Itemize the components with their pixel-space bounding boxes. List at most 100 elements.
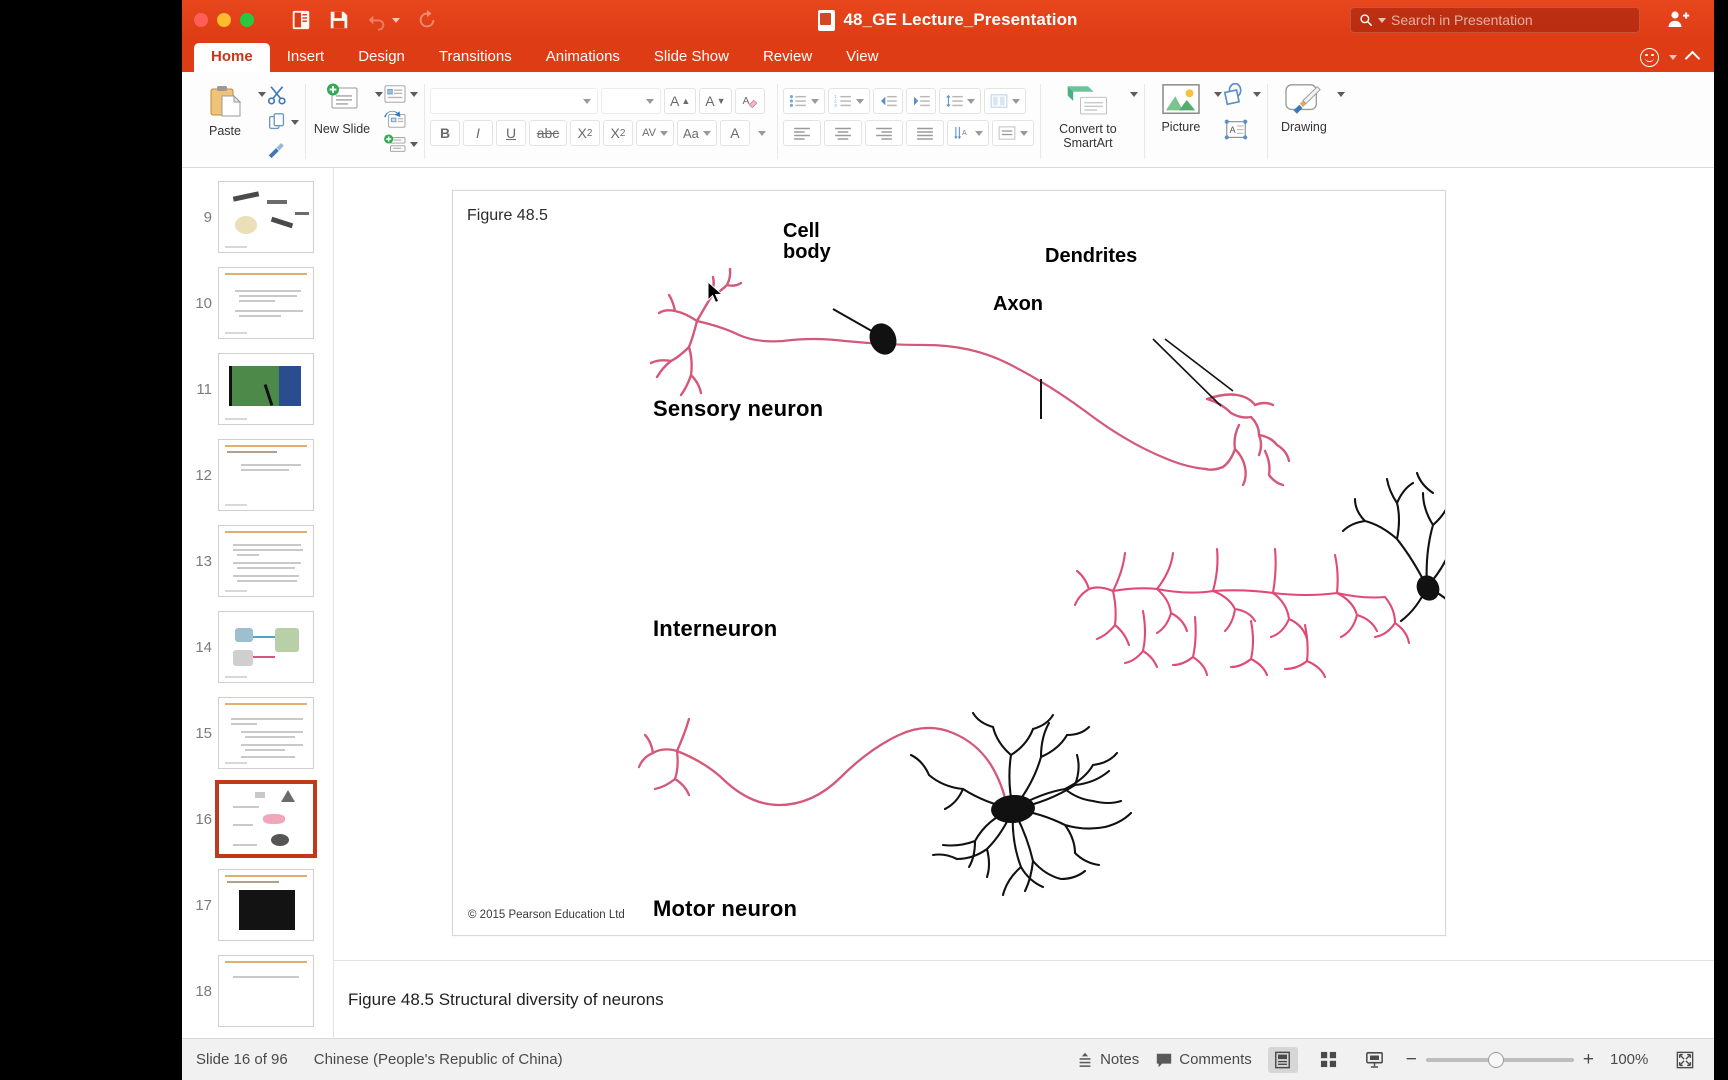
grow-font-button[interactable]: A ▲	[664, 88, 697, 114]
columns-chevron-down-icon[interactable]	[1011, 98, 1020, 104]
shapes-button[interactable]	[1222, 82, 1261, 106]
tab-home[interactable]: Home	[194, 43, 270, 72]
font-name-chevron-down-icon[interactable]	[583, 98, 591, 104]
thumbnail-preview[interactable]	[218, 869, 314, 941]
redo-icon[interactable]	[416, 9, 438, 31]
normal-view-button[interactable]	[1267, 1046, 1298, 1073]
underline-button[interactable]: U	[496, 120, 526, 146]
thumbnail-preview[interactable]	[218, 181, 314, 253]
thumbnail-item-15[interactable]: 15	[182, 690, 333, 776]
justify-button[interactable]	[905, 120, 944, 146]
close-window-button[interactable]	[194, 13, 208, 27]
columns-button[interactable]	[983, 88, 1026, 114]
thumbnail-preview-selected[interactable]	[215, 780, 317, 858]
thumbnail-preview[interactable]	[218, 353, 314, 425]
template-chooser-icon[interactable]	[290, 9, 312, 31]
decrease-indent-button[interactable]	[872, 88, 903, 114]
zoom-slider[interactable]: − +	[1406, 1050, 1594, 1069]
notes-pane[interactable]: Figure 48.5 Structural diversity of neur…	[334, 960, 1714, 1038]
character-spacing-button[interactable]: AV	[636, 120, 674, 146]
thumbnail-preview[interactable]	[218, 267, 314, 339]
align-right-button[interactable]	[864, 120, 903, 146]
thumbnail-item-13[interactable]: 13	[182, 518, 333, 604]
thumbnail-item-16[interactable]: 16	[182, 776, 333, 862]
font-size-input[interactable]	[601, 88, 661, 114]
tab-view[interactable]: View	[829, 43, 895, 72]
fit-to-window-button[interactable]	[1670, 1047, 1700, 1073]
bullets-button[interactable]	[782, 88, 825, 114]
notes-button[interactable]: Notes	[1076, 1051, 1139, 1069]
font-name-input[interactable]	[430, 88, 598, 114]
tab-design[interactable]: Design	[341, 43, 422, 72]
superscript-button[interactable]: X2	[570, 120, 600, 146]
undo-group[interactable]	[366, 9, 400, 31]
layout-button[interactable]	[383, 84, 418, 104]
comments-button[interactable]: Comments	[1155, 1051, 1252, 1069]
text-direction-chevron-down-icon[interactable]	[974, 130, 983, 136]
font-color-button[interactable]: A	[719, 120, 750, 146]
zoom-slider-knob[interactable]	[1487, 1051, 1504, 1068]
chevron-down-icon[interactable]	[392, 17, 400, 23]
slide-thumbnail-pane[interactable]: 9 10 11 12 13 14 15 16 17 18	[182, 168, 334, 1038]
paste-button[interactable]: Paste	[194, 78, 256, 138]
font-color-chevron-down-icon[interactable]	[753, 120, 771, 146]
thumbnail-item-10[interactable]: 10	[182, 260, 333, 346]
thumbnail-item-11[interactable]: 11	[182, 346, 333, 432]
minimize-window-button[interactable]	[217, 13, 231, 27]
drawing-chevron-down-icon[interactable]	[1336, 92, 1345, 97]
change-case-button[interactable]: Aa	[677, 120, 717, 146]
zoom-out-button[interactable]: −	[1406, 1050, 1417, 1069]
cut-button[interactable]	[266, 84, 299, 106]
search-chevron-down-icon[interactable]	[1378, 17, 1386, 23]
slide-canvas[interactable]: Figure 48.5 Cell body Dendrites Axon Sen…	[452, 190, 1446, 936]
character-spacing-chevron-down-icon[interactable]	[659, 130, 668, 136]
subscript-button[interactable]: X2	[603, 120, 633, 146]
tab-insert[interactable]: Insert	[270, 43, 342, 72]
line-spacing-button[interactable]	[938, 88, 981, 114]
thumbnail-preview[interactable]	[218, 611, 314, 683]
smartart-chevron-down-icon[interactable]	[1129, 92, 1138, 97]
shrink-font-button[interactable]: A ▼	[699, 88, 732, 114]
slide-sorter-button[interactable]	[1314, 1047, 1344, 1073]
zoom-slider-track[interactable]	[1425, 1051, 1574, 1068]
thumbnail-preview[interactable]	[218, 697, 314, 769]
copy-button[interactable]	[266, 111, 299, 133]
bold-button[interactable]: B	[430, 120, 460, 146]
new-slide-chevron-down-icon[interactable]	[375, 92, 383, 97]
align-left-button[interactable]	[782, 120, 821, 146]
layout-chevron-down-icon[interactable]	[410, 91, 418, 97]
tab-slide-show[interactable]: Slide Show	[637, 43, 746, 72]
align-text-button[interactable]	[991, 120, 1034, 146]
picture-chevron-down-icon[interactable]	[1213, 92, 1222, 97]
clear-formatting-button[interactable]: A	[734, 88, 765, 114]
thumbnail-preview[interactable]	[218, 525, 314, 597]
chevron-up-icon[interactable]	[1684, 50, 1701, 67]
strikethrough-button[interactable]: abc	[529, 120, 567, 146]
smiley-icon[interactable]	[1640, 48, 1659, 67]
numbering-button[interactable]: 1 2 3	[827, 88, 870, 114]
tab-transitions[interactable]: Transitions	[422, 43, 529, 72]
shapes-chevron-down-icon[interactable]	[1252, 91, 1261, 97]
thumbnail-item-18[interactable]: 18	[182, 948, 333, 1034]
smiley-chevron-down-icon[interactable]	[1669, 55, 1677, 60]
slide-show-button[interactable]	[1360, 1047, 1390, 1073]
section-button[interactable]	[383, 134, 418, 154]
font-size-chevron-down-icon[interactable]	[646, 98, 654, 104]
zoom-in-button[interactable]: +	[1583, 1050, 1594, 1069]
drawing-button[interactable]: Drawing	[1273, 78, 1335, 134]
reset-slide-button[interactable]	[383, 109, 418, 129]
copy-chevron-down-icon[interactable]	[291, 119, 299, 125]
tab-animations[interactable]: Animations	[529, 43, 637, 72]
search-input[interactable]: Search in Presentation	[1350, 7, 1640, 33]
thumbnail-item-12[interactable]: 12	[182, 432, 333, 518]
text-box-button[interactable]: A	[1222, 118, 1261, 142]
tab-review[interactable]: Review	[746, 43, 829, 72]
new-slide-button[interactable]: New Slide	[311, 78, 373, 136]
align-center-button[interactable]	[823, 120, 862, 146]
bullets-chevron-down-icon[interactable]	[810, 98, 819, 104]
thumbnail-preview[interactable]	[218, 439, 314, 511]
align-text-chevron-down-icon[interactable]	[1019, 130, 1028, 136]
add-person-icon[interactable]	[1666, 8, 1690, 37]
thumbnail-item-14[interactable]: 14	[182, 604, 333, 690]
text-direction-button[interactable]: A	[946, 120, 989, 146]
